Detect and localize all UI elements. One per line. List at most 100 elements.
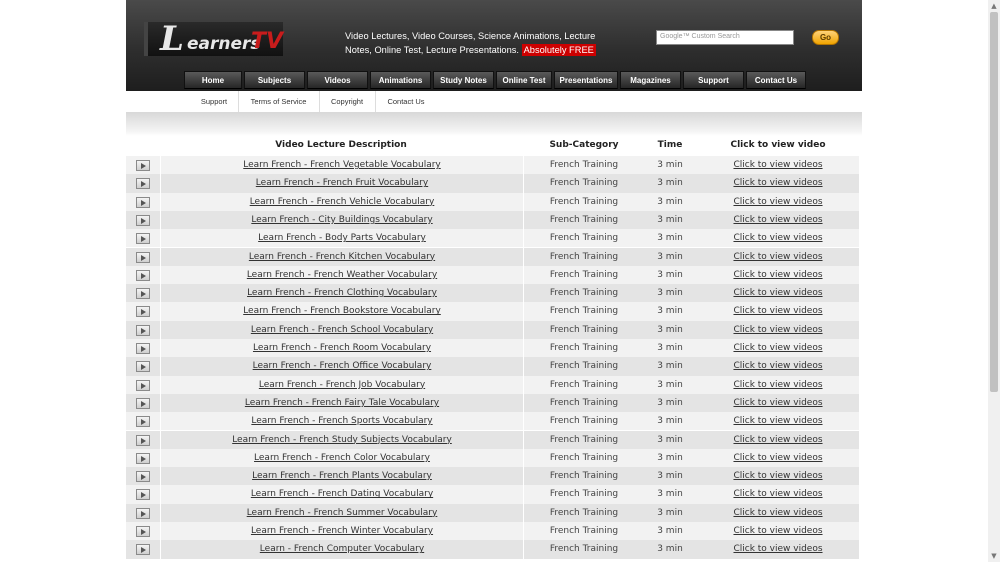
view-video-link[interactable]: Click to view videos — [700, 449, 856, 467]
view-video-link[interactable]: Click to view videos — [700, 284, 856, 302]
view-video-link[interactable]: Click to view videos — [700, 229, 856, 247]
video-time: 3 min — [657, 324, 683, 335]
video-description-link[interactable]: Learn French - French Room Vocabulary — [160, 339, 524, 358]
video-description-link[interactable]: Learn French - French Dating Vocabulary — [160, 485, 524, 504]
video-time: 3 min — [657, 434, 683, 445]
page: L earners TV Video Lectures, Video Cours… — [126, 0, 862, 562]
search-input[interactable]: Google™ Custom Search — [656, 30, 794, 45]
view-video-link[interactable]: Click to view videos — [700, 504, 856, 522]
nav-subjects[interactable]: Subjects — [244, 71, 305, 89]
play-icon[interactable] — [136, 196, 150, 208]
vertical-scrollbar[interactable]: ▲ ▼ — [988, 0, 1000, 562]
video-time: 3 min — [657, 269, 683, 280]
video-description-link[interactable]: Learn French - Body Parts Vocabulary — [160, 229, 524, 248]
video-description-link[interactable]: Learn - French Computer Vocabulary — [160, 540, 524, 559]
video-description-link[interactable]: Learn French - French Weather Vocabulary — [160, 265, 524, 285]
view-video-link[interactable]: Click to view videos — [700, 394, 856, 412]
nav-support[interactable]: Support — [683, 71, 744, 89]
play-icon[interactable] — [136, 544, 150, 556]
video-description-link[interactable]: Learn French - French Vegetable Vocabula… — [160, 156, 524, 175]
video-description-link[interactable]: Learn French - French Office Vocabulary — [160, 357, 524, 376]
nav-home[interactable]: Home — [184, 71, 242, 89]
view-video-link[interactable]: Click to view videos — [700, 211, 856, 229]
video-description-link[interactable]: Learn French - French Vehicle Vocabulary — [160, 192, 524, 211]
view-video-link[interactable]: Click to view videos — [700, 321, 856, 339]
subnav-support[interactable]: Support — [190, 91, 239, 112]
video-description-link[interactable]: Learn French - French Bookstore Vocabula… — [160, 302, 524, 321]
video-description-link[interactable]: Learn French - French School Vocabulary — [160, 320, 524, 339]
play-icon[interactable] — [136, 343, 150, 354]
video-description-link[interactable]: Learn French - French Winter Vocabulary — [160, 522, 524, 541]
play-icon[interactable] — [136, 214, 150, 226]
video-description-link[interactable]: Learn French - French Plants Vocabulary — [160, 467, 524, 486]
view-video-link[interactable]: Click to view videos — [700, 485, 856, 503]
nav-magazines[interactable]: Magazines — [620, 71, 681, 89]
play-icon[interactable] — [136, 452, 150, 464]
play-icon[interactable] — [136, 361, 150, 373]
table-row: Learn French - French Weather Vocabulary… — [126, 265, 859, 285]
play-icon[interactable] — [136, 288, 150, 300]
play-icon[interactable] — [136, 471, 150, 483]
nav-videos[interactable]: Videos — [307, 71, 368, 89]
video-description-link[interactable]: Learn French - French Fairy Tale Vocabul… — [160, 393, 524, 413]
view-video-link[interactable]: Click to view videos — [700, 339, 856, 357]
view-video-link[interactable]: Click to view videos — [700, 302, 856, 320]
video-description-link[interactable]: Learn French - City Buildings Vocabulary — [160, 210, 524, 230]
play-icon[interactable] — [136, 379, 150, 391]
nav-contact-us[interactable]: Contact Us — [746, 71, 806, 89]
play-icon[interactable] — [136, 251, 150, 263]
table-row: Learn French - French Study Subjects Voc… — [126, 430, 859, 449]
video-time: 3 min — [657, 544, 683, 555]
play-icon[interactable] — [136, 489, 150, 501]
play-icon[interactable] — [136, 526, 150, 537]
video-subcategory: French Training — [549, 507, 619, 518]
arrow-up-icon[interactable]: ▲ — [988, 0, 1000, 12]
play-icon[interactable] — [136, 233, 150, 245]
play-icon[interactable] — [136, 416, 150, 428]
view-video-link[interactable]: Click to view videos — [700, 156, 856, 174]
video-description-link[interactable]: Learn French - French Kitchen Vocabulary — [160, 247, 524, 266]
play-icon[interactable] — [136, 397, 150, 409]
play-icon[interactable] — [136, 434, 150, 446]
nav-animations[interactable]: Animations — [370, 71, 431, 89]
play-icon[interactable] — [136, 507, 150, 519]
video-description-link[interactable]: Learn French - French Color Vocabulary — [160, 448, 524, 468]
view-video-link[interactable]: Click to view videos — [700, 522, 856, 540]
video-description-link[interactable]: Learn French - French Summer Vocabulary — [160, 503, 524, 522]
view-video-link[interactable]: Click to view videos — [700, 174, 856, 192]
video-description-link[interactable]: Learn French - French Sports Vocabulary — [160, 412, 524, 431]
play-icon[interactable] — [136, 269, 150, 281]
view-video-link[interactable]: Click to view videos — [700, 431, 856, 449]
video-description-link[interactable]: Learn French - French Study Subjects Voc… — [160, 430, 524, 449]
video-time: 3 min — [657, 214, 683, 225]
view-video-link[interactable]: Click to view videos — [700, 412, 856, 430]
play-icon[interactable] — [136, 306, 150, 318]
table-row: Learn French - French School Vocabulary F… — [126, 320, 859, 339]
view-video-link[interactable]: Click to view videos — [700, 266, 856, 284]
play-icon[interactable] — [136, 324, 150, 336]
arrow-down-icon[interactable]: ▼ — [988, 550, 1000, 562]
scrollbar-thumb[interactable] — [990, 12, 998, 392]
site-logo[interactable]: L earners TV — [144, 19, 283, 59]
view-video-link[interactable]: Click to view videos — [700, 467, 856, 485]
subnav-copyright[interactable]: Copyright — [319, 91, 376, 112]
view-video-link[interactable]: Click to view videos — [700, 248, 856, 266]
search-go-button[interactable]: Go — [812, 30, 839, 45]
play-icon[interactable] — [136, 178, 150, 190]
video-subcategory: French Training — [549, 489, 619, 500]
subnav-terms[interactable]: Terms of Service — [238, 91, 320, 112]
subnav-contact-us[interactable]: Contact Us — [375, 91, 437, 112]
nav-study-notes[interactable]: Study Notes — [433, 71, 494, 89]
video-description-link[interactable]: Learn French - French Job Vocabulary — [160, 375, 524, 394]
view-video-link[interactable]: Click to view videos — [700, 376, 856, 394]
tagline-line2: Notes, Online Test, Lecture Presentation… — [345, 45, 519, 55]
view-video-link[interactable]: Click to view videos — [700, 193, 856, 211]
video-description-link[interactable]: Learn French - French Clothing Vocabular… — [160, 284, 524, 303]
nav-presentations[interactable]: Presentations — [554, 71, 618, 89]
view-video-link[interactable]: Click to view videos — [700, 357, 856, 375]
video-time: 3 min — [657, 196, 683, 207]
nav-online-test[interactable]: Online Test — [496, 71, 552, 89]
view-video-link[interactable]: Click to view videos — [700, 540, 856, 558]
video-description-link[interactable]: Learn French - French Fruit Vocabulary — [160, 174, 524, 193]
play-icon[interactable] — [136, 160, 150, 171]
